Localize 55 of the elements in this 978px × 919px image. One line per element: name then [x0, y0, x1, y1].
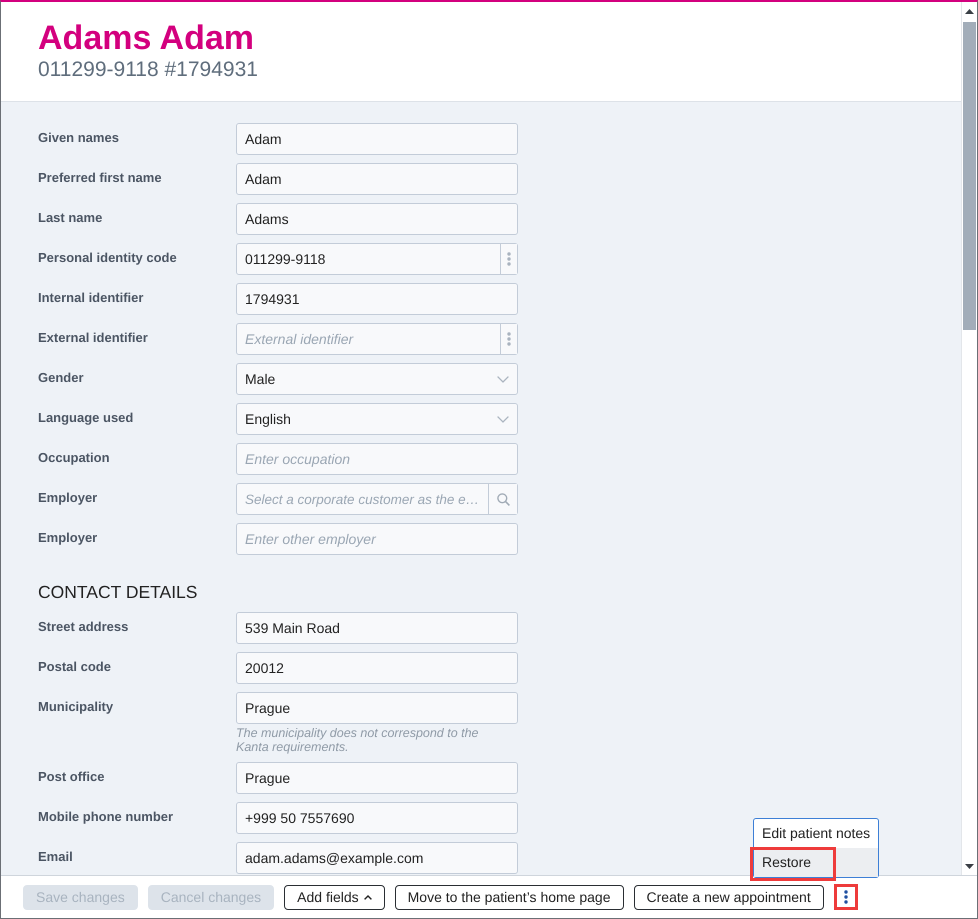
validation-hint: The municipality does not correspond to the Kanta requirements. [236, 726, 480, 754]
field-label: External identifier [38, 329, 148, 347]
field-label: Mobile phone number [38, 808, 174, 826]
chevron-down-icon [497, 416, 509, 423]
field-label: Gender [38, 369, 84, 387]
field-label: Occupation [38, 449, 110, 467]
chevron-down-icon [497, 376, 509, 383]
dropdown-field[interactable]: English [236, 403, 518, 435]
dropdown-field[interactable]: Male [236, 363, 518, 395]
search-button[interactable] [488, 484, 517, 514]
text-field[interactable]: adam.adams@example.com [236, 842, 518, 874]
field-label: Email [38, 848, 73, 866]
kebab-icon [507, 332, 511, 346]
scrollbar[interactable] [961, 2, 977, 875]
kebab-icon [844, 890, 848, 904]
scrollbar-thumb[interactable] [963, 22, 976, 330]
more-button[interactable] [834, 884, 858, 910]
field-label: Internal identifier [38, 289, 144, 307]
text-field[interactable]: External identifier [236, 323, 518, 355]
text-field[interactable]: Adam [236, 123, 518, 155]
field-label: Employer [38, 529, 98, 547]
triangle-down-icon[interactable] [965, 864, 974, 869]
text-field[interactable]: 1794931 [236, 283, 518, 315]
text-field[interactable]: Adams [236, 203, 518, 235]
field-label: Post office [38, 768, 104, 786]
search-icon [496, 492, 510, 506]
text-field[interactable]: Enter other employer [236, 523, 518, 555]
action-button[interactable]: Create a new appointment [634, 884, 824, 910]
text-field[interactable]: Adam [236, 163, 518, 195]
text-field[interactable]: +999 50 7557690 [236, 802, 518, 834]
text-field[interactable]: Prague [236, 692, 518, 724]
kebab-icon [507, 252, 511, 266]
field-label: Preferred first name [38, 169, 162, 187]
field-label: Employer [38, 489, 98, 507]
patient-identifiers: 011299-9118 #1794931 [38, 57, 258, 82]
field-label: Postal code [38, 658, 111, 676]
field-label: Municipality [38, 698, 114, 716]
action-button[interactable]: Move to the patient’s home page [394, 884, 624, 910]
field-label: Given names [38, 129, 119, 147]
menu-item[interactable]: Edit patient notes [754, 819, 878, 848]
field-label: Street address [38, 618, 128, 636]
dropdown-button[interactable]: Add fields [284, 884, 385, 910]
chevron-up-icon [364, 894, 372, 900]
section-heading: CONTACT DETAILS [38, 581, 198, 604]
text-field[interactable]: 20012 [236, 652, 518, 684]
text-field[interactable]: Enter occupation [236, 443, 518, 475]
patient-name: Adams Adam [38, 19, 254, 57]
field-label: Personal identity code [38, 249, 177, 267]
field-label: Last name [38, 209, 102, 227]
text-field[interactable]: Prague [236, 762, 518, 794]
field-label: Language used [38, 409, 134, 427]
lookup-field[interactable]: Select a corporate customer as the e… [236, 483, 518, 515]
text-field[interactable]: 539 Main Road [236, 612, 518, 644]
triangle-up-icon[interactable] [965, 9, 974, 14]
text-field[interactable]: 011299-9118 [236, 243, 518, 275]
